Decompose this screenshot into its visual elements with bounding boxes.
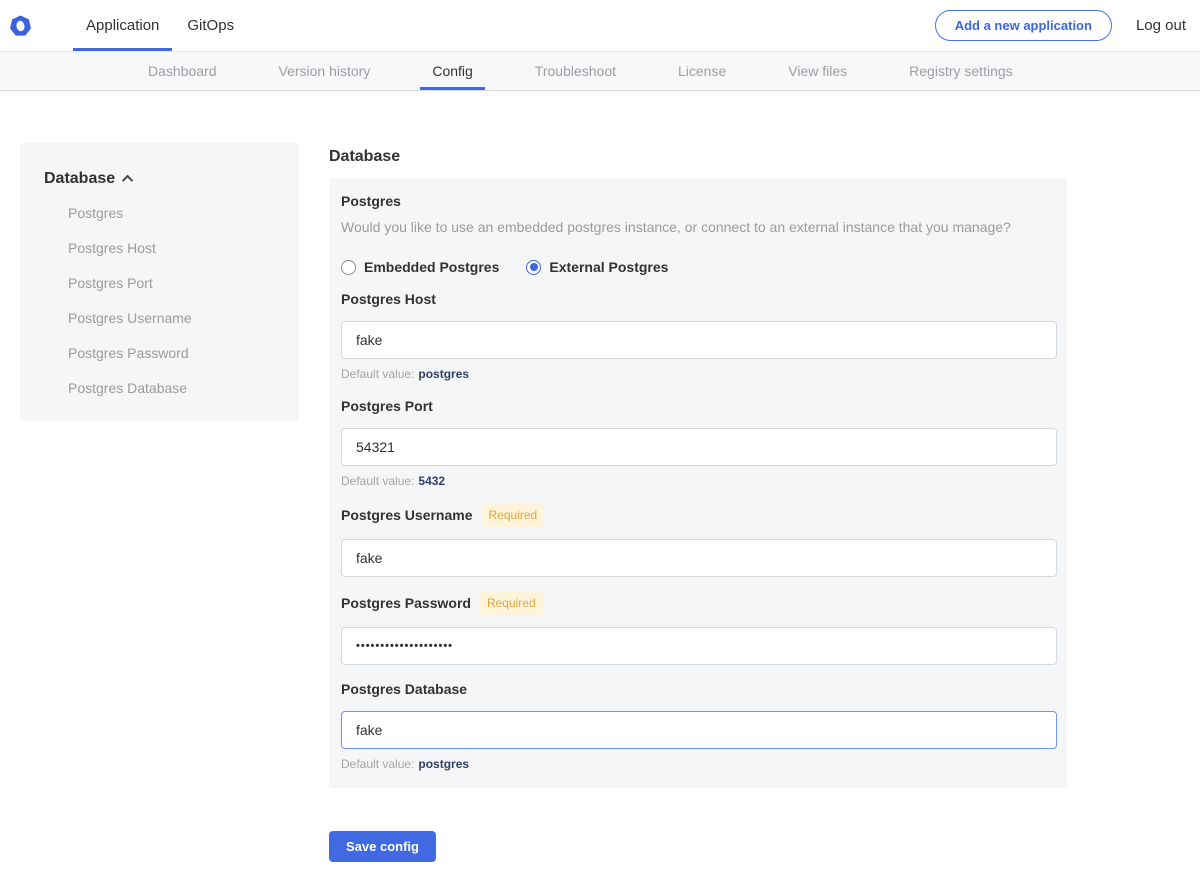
page-title: Database [329, 147, 1067, 167]
chevron-up-icon [122, 175, 133, 186]
radio-embedded-postgres-label: Embedded Postgres [364, 259, 499, 275]
postgres-port-default: Default value: 5432 [341, 474, 1057, 489]
config-item-postgres-database: Postgres Database Default value: postgres [341, 679, 1057, 772]
subnav-item-dashboard[interactable]: Dashboard [136, 52, 229, 90]
default-value: postgres [418, 757, 469, 771]
app-logo[interactable] [10, 0, 45, 51]
config-item-postgres: Postgres Would you like to use an embedd… [341, 191, 1057, 275]
field-help-postgres: Would you like to use an embedded postgr… [341, 217, 1057, 237]
subnav-item-troubleshoot[interactable]: Troubleshoot [523, 52, 628, 90]
subnav-item-config-label: Config [432, 63, 472, 79]
postgres-port-input[interactable] [341, 428, 1057, 466]
radio-embedded-postgres-circle[interactable] [341, 260, 356, 275]
subnav-item-version-history-label: Version history [279, 63, 371, 79]
topnav-right: Add a new application Log out [935, 0, 1200, 51]
subnav-item-registry-settings[interactable]: Registry settings [897, 52, 1024, 90]
subnav-item-version-history[interactable]: Version history [267, 52, 383, 90]
postgres-host-default: Default value: postgres [341, 367, 1057, 382]
config-item-postgres-username: Postgres Username Required [341, 503, 1057, 577]
postgres-database-default: Default value: postgres [341, 757, 1057, 772]
field-label-postgres-database: Postgres Database [341, 679, 1057, 699]
sidebar-item-postgres[interactable]: Postgres [68, 203, 275, 223]
default-value: postgres [418, 367, 469, 381]
sidebar-items: Postgres Postgres Host Postgres Port Pos… [44, 203, 275, 398]
save-config-button[interactable]: Save config [329, 831, 436, 862]
field-label-postgres: Postgres [341, 191, 1057, 211]
subnav-item-license-label: License [678, 63, 726, 79]
field-label-postgres-host-text: Postgres Host [341, 289, 436, 309]
field-label-postgres-port: Postgres Port [341, 396, 1057, 416]
default-label: Default value: [341, 367, 414, 381]
config-item-postgres-port: Postgres Port Default value: 5432 [341, 396, 1057, 489]
field-label-postgres-password: Postgres Password Required [341, 591, 1057, 615]
subnav-item-view-files[interactable]: View files [776, 52, 859, 90]
app-sub-nav: Dashboard Version history Config Trouble… [0, 52, 1200, 91]
config-item-postgres-host: Postgres Host Default value: postgres [341, 289, 1057, 382]
sidebar-item-postgres-port[interactable]: Postgres Port [68, 273, 275, 293]
config-item-postgres-password: Postgres Password Required [341, 591, 1057, 665]
default-label: Default value: [341, 757, 414, 771]
default-label: Default value: [341, 474, 414, 488]
subnav-item-troubleshoot-label: Troubleshoot [535, 63, 616, 79]
postgres-database-input[interactable] [341, 711, 1057, 749]
subnav-item-license[interactable]: License [666, 52, 738, 90]
sidebar-item-postgres-host[interactable]: Postgres Host [68, 238, 275, 258]
postgres-radio-row: Embedded Postgres External Postgres [341, 259, 1057, 275]
field-label-postgres-port-text: Postgres Port [341, 396, 433, 416]
subnav-item-config[interactable]: Config [420, 52, 484, 90]
sidebar-item-postgres-username[interactable]: Postgres Username [68, 308, 275, 328]
sidebar-item-postgres-password[interactable]: Postgres Password [68, 343, 275, 363]
subnav-item-view-files-label: View files [788, 63, 847, 79]
field-label-postgres-password-text: Postgres Password [341, 593, 471, 613]
config-sidebar: Database Postgres Postgres Host Postgres… [20, 143, 299, 421]
radio-external-postgres[interactable]: External Postgres [526, 259, 668, 275]
field-label-postgres-host: Postgres Host [341, 289, 1057, 309]
top-nav: Application GitOps Add a new application… [0, 0, 1200, 52]
postgres-username-input[interactable] [341, 539, 1057, 577]
radio-external-postgres-circle[interactable] [526, 260, 541, 275]
field-label-postgres-username-text: Postgres Username [341, 505, 473, 525]
sidebar-item-postgres-database[interactable]: Postgres Database [68, 378, 275, 398]
field-label-postgres-database-text: Postgres Database [341, 679, 467, 699]
postgres-password-input[interactable] [341, 627, 1057, 665]
tab-gitops-label: GitOps [187, 17, 234, 34]
default-value: 5432 [418, 474, 445, 488]
field-label-postgres-text: Postgres [341, 191, 401, 211]
sidebar-group-database-label: Database [44, 170, 115, 188]
radio-embedded-postgres[interactable]: Embedded Postgres [341, 259, 499, 275]
required-badge: Required [482, 503, 545, 527]
sidebar-group-database[interactable]: Database [44, 170, 275, 188]
config-main: Database Postgres Would you like to use … [329, 147, 1067, 862]
config-group-card: Postgres Would you like to use an embedd… [329, 178, 1067, 788]
required-badge: Required [480, 591, 543, 615]
app-logo-icon [10, 15, 31, 37]
tab-application-label: Application [86, 17, 159, 34]
field-label-postgres-username: Postgres Username Required [341, 503, 1057, 527]
logout-link[interactable]: Log out [1136, 17, 1186, 34]
postgres-host-input[interactable] [341, 321, 1057, 359]
top-tabs: Application GitOps [73, 0, 247, 51]
tab-application[interactable]: Application [73, 0, 172, 51]
subnav-item-registry-settings-label: Registry settings [909, 63, 1012, 79]
subnav-item-dashboard-label: Dashboard [148, 63, 217, 79]
content-area: Database Postgres Postgres Host Postgres… [0, 91, 1200, 862]
tab-gitops[interactable]: GitOps [174, 0, 247, 51]
radio-external-postgres-label: External Postgres [549, 259, 668, 275]
add-new-application-button[interactable]: Add a new application [935, 10, 1112, 41]
